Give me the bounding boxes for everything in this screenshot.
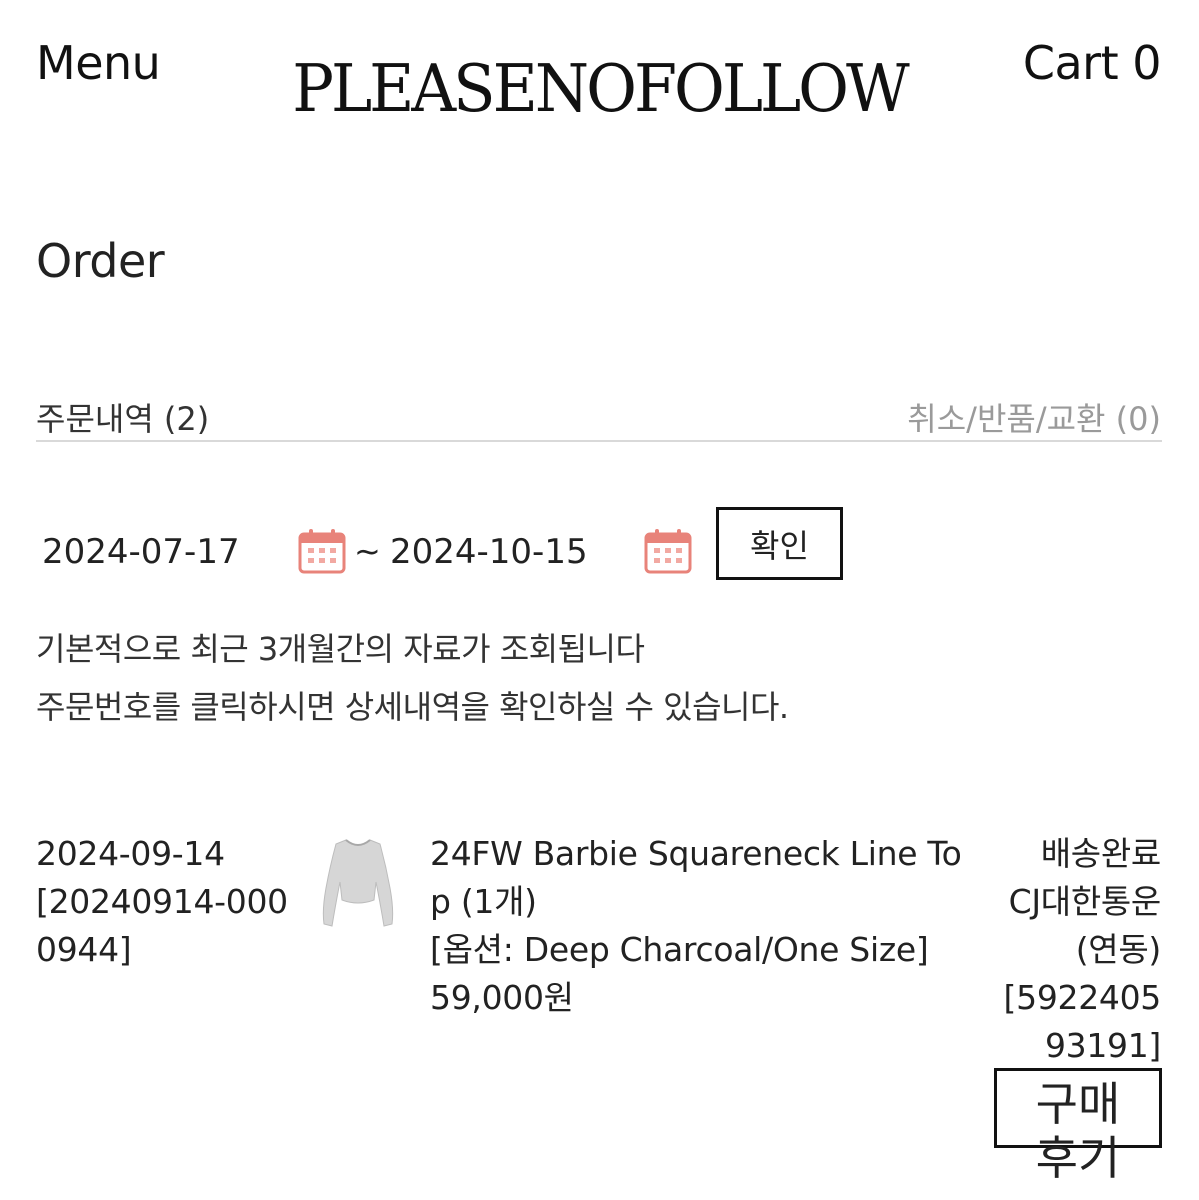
- calendar-icon[interactable]: [298, 528, 346, 574]
- order-status-column: 배송완료 CJ대한통운(연동) [592240593191]: [991, 830, 1162, 1070]
- order-number-link[interactable]: [20240914-0000944]: [36, 878, 306, 974]
- write-review-label: 구매후기: [1035, 1077, 1121, 1185]
- product-name-link[interactable]: 24FW Barbie Squareneck Line Top (1개): [430, 830, 980, 926]
- write-review-button[interactable]: 구매후기: [994, 1068, 1162, 1185]
- product-option: [옵션: Deep Charcoal/One Size]: [430, 930, 929, 969]
- delivery-status: 배송완료: [1040, 834, 1162, 873]
- review-button-clip: 구매후기: [994, 1068, 1162, 1200]
- product-info: 24FW Barbie Squareneck Line Top (1개) [옵션…: [430, 830, 980, 1022]
- notice-click-order-number: 주문번호를 클릭하시면 상세내역을 확인하실 수 있습니다.: [36, 688, 789, 726]
- page-title: Order: [36, 234, 165, 288]
- date-separator: ~: [354, 532, 381, 570]
- carrier-name: CJ대한통운(연동): [1008, 882, 1162, 969]
- confirm-button[interactable]: 확인: [716, 507, 843, 580]
- order-date: 2024-09-14: [36, 834, 225, 873]
- product-thumbnail[interactable]: [320, 836, 396, 928]
- notice-default-period: 기본적으로 최근 3개월간의 자료가 조회됩니다: [36, 630, 645, 668]
- brand-logo[interactable]: PLEASENOFOLLOW: [0, 50, 1199, 127]
- product-price: 59,000원: [430, 978, 574, 1017]
- tab-divider: [36, 440, 1162, 442]
- tracking-number-link[interactable]: [592240593191]: [991, 974, 1162, 1070]
- start-date-input[interactable]: 2024-07-17: [42, 532, 240, 572]
- tab-order-history[interactable]: 주문내역 (2): [36, 394, 209, 440]
- cart-link[interactable]: Cart 0: [1023, 36, 1162, 90]
- tab-cancel-return-exchange[interactable]: 취소/반품/교환 (0): [907, 394, 1161, 440]
- end-date-input[interactable]: 2024-10-15: [390, 532, 588, 572]
- calendar-icon[interactable]: [644, 528, 692, 574]
